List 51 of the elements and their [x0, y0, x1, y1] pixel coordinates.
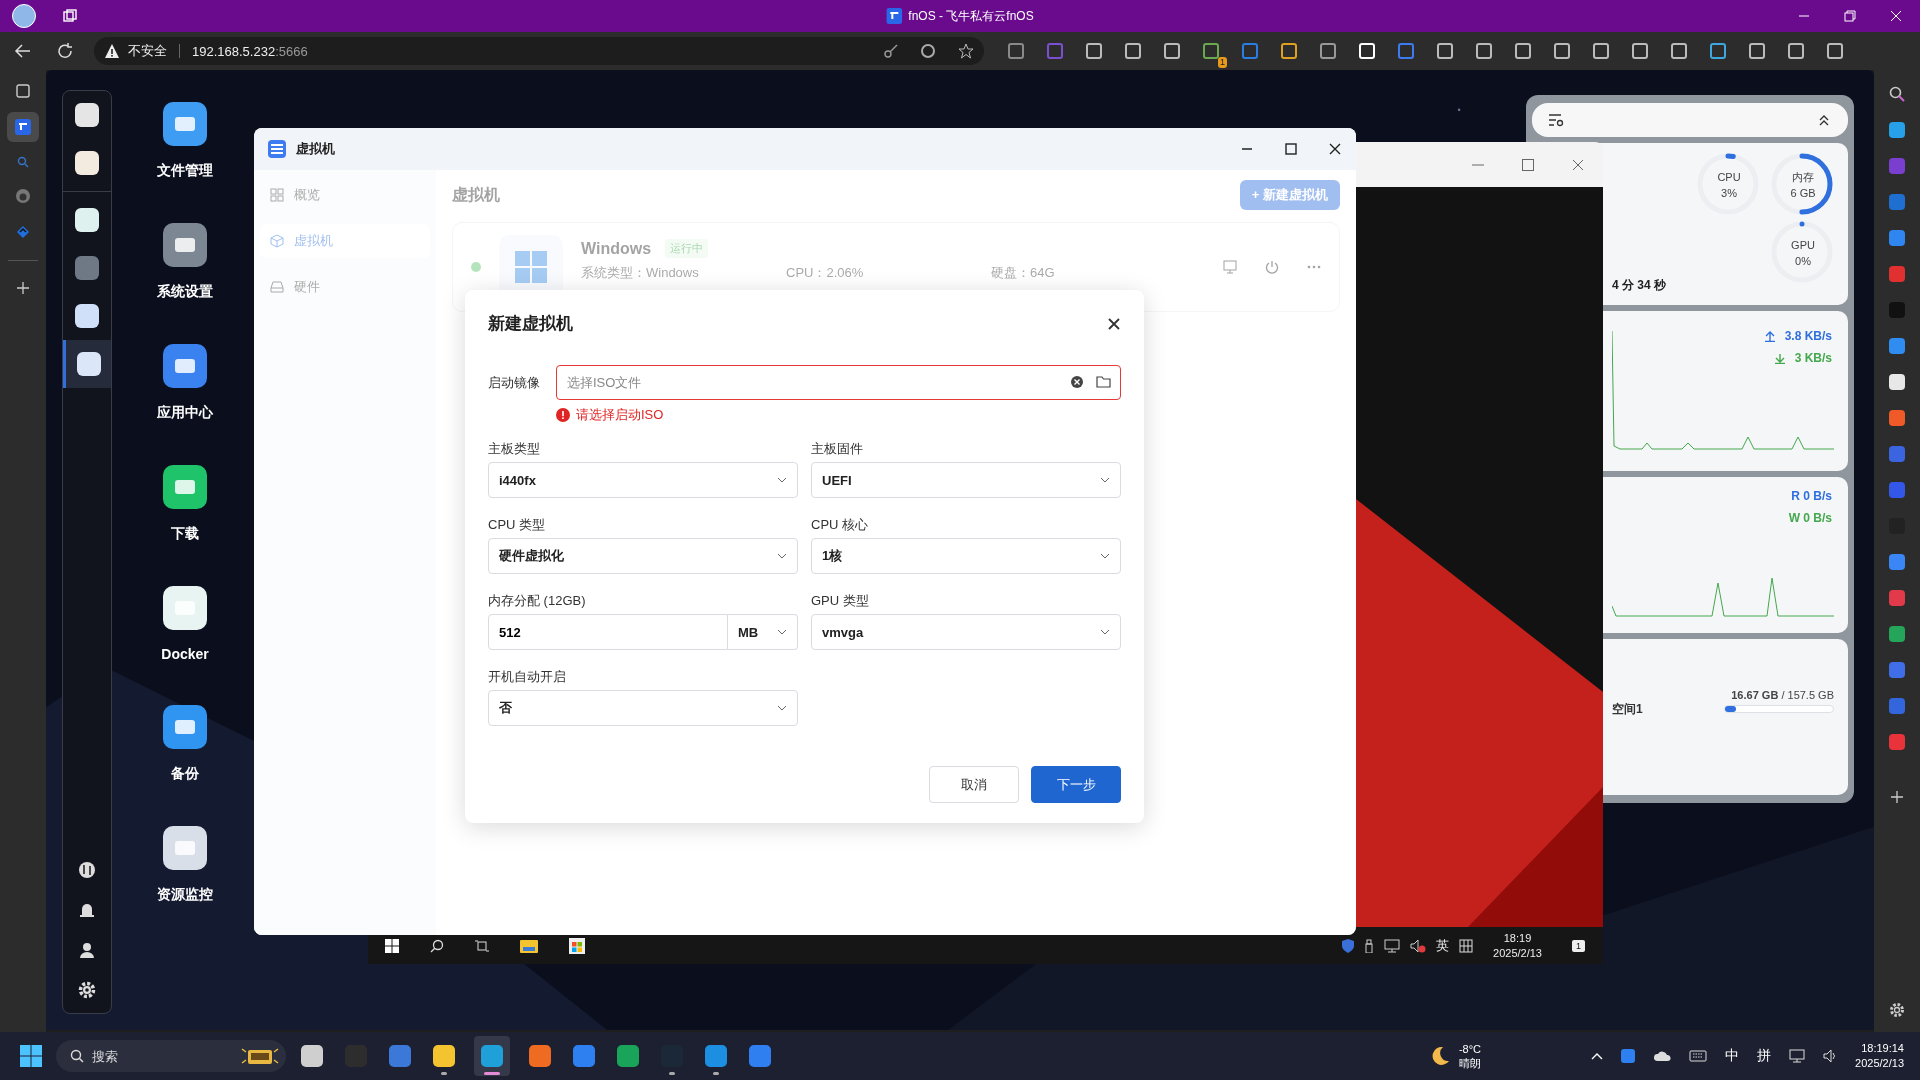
star-icon[interactable] — [958, 43, 974, 59]
extension-badge: 1 — [1218, 57, 1227, 68]
address-field[interactable]: 不安全 192.168.5.232:5666 — [94, 37, 984, 65]
reload-icon[interactable] — [56, 42, 74, 60]
restore-icon[interactable] — [1844, 10, 1856, 22]
extension-icon[interactable] — [1476, 43, 1492, 59]
extension-icon[interactable] — [1632, 43, 1648, 59]
search-icon[interactable] — [1889, 86, 1905, 102]
cloud-icon[interactable] — [1653, 1050, 1672, 1062]
extension-icon[interactable] — [1281, 43, 1297, 59]
search-field[interactable]: 搜索 — [56, 1040, 286, 1072]
tab-favicon-icon[interactable] — [7, 112, 39, 142]
extension-icon[interactable] — [1827, 43, 1843, 59]
extension-icon[interactable] — [1125, 43, 1141, 59]
search-icon — [70, 1049, 84, 1063]
window-title: fnOS - 飞牛私有云fnOS — [908, 7, 1034, 25]
workspaces-icon[interactable] — [62, 8, 78, 24]
url-text: 192.168.5.232:5666 — [192, 43, 308, 59]
back-icon[interactable] — [14, 42, 32, 60]
clock[interactable]: 18:19:14 2025/2/13 — [1855, 1041, 1904, 1071]
profile-icon[interactable] — [12, 4, 36, 28]
speaker-icon[interactable] — [1823, 1049, 1838, 1063]
extension-icon[interactable] — [1515, 43, 1531, 59]
extension-icon[interactable] — [1086, 43, 1102, 59]
input-method[interactable]: 中 — [1725, 1047, 1740, 1065]
warning-icon — [104, 43, 120, 59]
temperature: -8°C — [1458, 1042, 1482, 1056]
extension-icon[interactable] — [1437, 43, 1453, 59]
weather-text: 晴朗 — [1458, 1056, 1482, 1070]
extension-icon[interactable] — [1671, 43, 1687, 59]
tabs-icon[interactable] — [16, 84, 30, 98]
add-icon[interactable] — [1890, 790, 1904, 804]
display-icon[interactable] — [1789, 1049, 1806, 1063]
keyboard-icon[interactable] — [1689, 1050, 1708, 1062]
chevron-up-icon[interactable] — [1591, 1052, 1604, 1060]
start-icon[interactable] — [20, 1045, 42, 1067]
extension-icon[interactable] — [1593, 43, 1609, 59]
settings-icon[interactable] — [1889, 1002, 1905, 1018]
key-icon[interactable] — [884, 44, 898, 58]
extension-icon[interactable] — [1554, 43, 1570, 59]
taskbar-app-icon[interactable] — [474, 1036, 510, 1076]
search-highlight-icon — [240, 1045, 280, 1067]
tray-app-icon[interactable] — [1621, 1049, 1636, 1063]
extension-icon[interactable] — [1749, 43, 1765, 59]
security-label: 不安全 — [128, 42, 167, 60]
extension-icon[interactable] — [1788, 43, 1804, 59]
extension-icon[interactable] — [1164, 43, 1180, 59]
tab-favicon-icon — [886, 8, 903, 24]
input-mode[interactable]: 拼 — [1757, 1047, 1772, 1065]
diamond-icon[interactable] — [15, 224, 31, 240]
add-icon[interactable] — [16, 281, 30, 295]
